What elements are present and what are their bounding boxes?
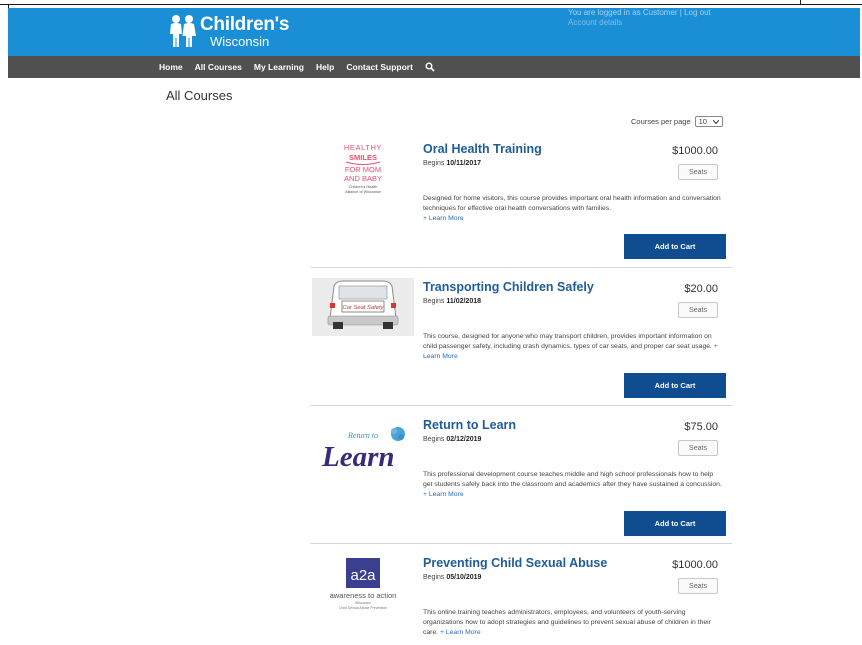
course-image-a2a: a2a awareness to action Wisconsin Child … bbox=[330, 558, 397, 610]
course-description: This online training teaches administrat… bbox=[423, 608, 723, 638]
page-title: All Courses bbox=[166, 88, 233, 103]
seats-button[interactable]: Seats bbox=[678, 440, 718, 456]
seats-button[interactable]: Seats bbox=[678, 164, 718, 180]
begins-label: Begins bbox=[423, 436, 445, 443]
add-to-cart-button[interactable]: Add to Cart bbox=[624, 234, 726, 259]
brand-wordmark: Children's Wisconsin bbox=[200, 15, 289, 48]
begins-date: 02/12/2019 bbox=[446, 436, 482, 443]
children-figures-icon bbox=[170, 15, 196, 47]
course-title[interactable]: Preventing Child Sexual Abuse bbox=[423, 556, 607, 570]
page-frame: Children's Wisconsin You are logged in a… bbox=[8, 8, 860, 645]
begins-date: 05/10/2019 bbox=[446, 574, 482, 581]
course-title[interactable]: Return to Learn bbox=[423, 418, 516, 432]
return-to-text: Return to bbox=[347, 431, 378, 440]
course-price: $20.00 bbox=[684, 283, 718, 295]
course-description-text: This professional development course tea… bbox=[423, 471, 722, 488]
brand-line2: Wisconsin bbox=[210, 33, 270, 49]
course-card: a2a awareness to action Wisconsin Child … bbox=[310, 548, 732, 645]
course-image-return-to-learn: Return to Learn bbox=[321, 427, 405, 473]
add-to-cart-button[interactable]: Add to Cart bbox=[624, 373, 726, 398]
healthy-line1: HEALTHY bbox=[344, 143, 382, 152]
frame-top-border bbox=[0, 4, 862, 5]
brand-logo[interactable]: Children's Wisconsin bbox=[168, 12, 289, 50]
course-price: $1000.00 bbox=[672, 145, 718, 157]
brain-icon bbox=[391, 427, 405, 441]
per-page-label: Courses per page bbox=[631, 117, 691, 126]
course-description: Designed for home visitors, this course … bbox=[423, 194, 723, 224]
course-card: HEALTHY SMILES FOR MOM AND BABY Children… bbox=[310, 134, 732, 266]
course-title[interactable]: Transporting Children Safely bbox=[423, 280, 594, 294]
per-page-control: Courses per page 10 bbox=[631, 116, 723, 127]
account-link[interactable]: Account details bbox=[568, 18, 622, 27]
add-to-cart-button[interactable]: Add to Cart bbox=[624, 511, 726, 536]
course-card: Return to Learn Return to Learn Begins 0… bbox=[310, 410, 732, 542]
course-description-text: This course, designed for anyone who may… bbox=[423, 333, 712, 350]
nav-contact-support[interactable]: Contact Support bbox=[346, 62, 413, 72]
course-price: $1000.00 bbox=[672, 559, 718, 571]
site-header: Children's Wisconsin You are logged in a… bbox=[8, 8, 860, 56]
nav-help[interactable]: Help bbox=[316, 62, 334, 72]
search-icon[interactable] bbox=[425, 62, 435, 72]
nav-home[interactable]: Home bbox=[159, 62, 183, 72]
nav-all-courses[interactable]: All Courses bbox=[195, 62, 242, 72]
begins-date: 10/11/2017 bbox=[446, 160, 482, 167]
per-page-select[interactable]: 10 bbox=[694, 116, 723, 127]
frame-top-tick bbox=[800, 0, 801, 5]
course-image-car-seat: Car Seat Safety bbox=[312, 278, 414, 336]
car-plate-text: Car Seat Safety bbox=[343, 305, 385, 311]
per-page-value: 10 bbox=[698, 117, 707, 126]
login-status[interactable]: You are logged in as Customer | Log out bbox=[568, 8, 711, 17]
a2a-mark: a2a bbox=[350, 567, 376, 584]
healthy-line6: Alliance of Wisconsin bbox=[345, 190, 381, 194]
chevron-down-icon bbox=[712, 119, 719, 124]
a2a-sub1: Wisconsin bbox=[355, 601, 371, 605]
main-nav: Home All Courses My Learning Help Contac… bbox=[8, 56, 860, 78]
begins-date: 11/02/2018 bbox=[446, 298, 482, 305]
course-price: $75.00 bbox=[684, 421, 718, 433]
seats-button[interactable]: Seats bbox=[678, 302, 718, 318]
course-divider bbox=[310, 405, 732, 406]
course-begins: Begins 05/10/2019 bbox=[423, 574, 481, 581]
learn-more-link[interactable]: + Learn More bbox=[440, 629, 481, 636]
begins-label: Begins bbox=[423, 160, 445, 167]
begins-label: Begins bbox=[423, 574, 445, 581]
course-divider bbox=[310, 543, 732, 544]
course-description: This professional development course tea… bbox=[423, 470, 723, 500]
begins-label: Begins bbox=[423, 298, 445, 305]
course-description-text: Designed for home visitors, this course … bbox=[423, 195, 721, 212]
learn-text: Learn bbox=[321, 441, 395, 473]
healthy-line2: SMILES bbox=[349, 153, 377, 162]
learn-more-link[interactable]: + Learn More bbox=[423, 215, 464, 222]
brand-line1: Children's bbox=[200, 13, 290, 35]
healthy-line4: AND BABY bbox=[344, 174, 382, 183]
course-title[interactable]: Oral Health Training bbox=[423, 142, 542, 156]
a2a-sub2: Child Sexual Abuse Prevention bbox=[339, 606, 387, 610]
healthy-line3: FOR MOM bbox=[345, 165, 381, 174]
seats-button[interactable]: Seats bbox=[678, 578, 718, 594]
a2a-tagline: awareness to action bbox=[330, 591, 397, 600]
healthy-line5: Children's Health bbox=[349, 185, 378, 189]
course-image-healthy-smiles: HEALTHY SMILES FOR MOM AND BABY Children… bbox=[344, 143, 382, 194]
course-description: This course, designed for anyone who may… bbox=[423, 332, 723, 362]
learn-more-link[interactable]: + Learn More bbox=[423, 491, 464, 498]
course-card: Car Seat Safety Transporting Children Sa… bbox=[310, 272, 732, 404]
course-begins: Begins 11/02/2018 bbox=[423, 298, 481, 305]
course-begins: Begins 02/12/2019 bbox=[423, 436, 481, 443]
nav-my-learning[interactable]: My Learning bbox=[254, 62, 304, 72]
course-divider bbox=[310, 267, 732, 268]
course-begins: Begins 10/11/2017 bbox=[423, 160, 481, 167]
